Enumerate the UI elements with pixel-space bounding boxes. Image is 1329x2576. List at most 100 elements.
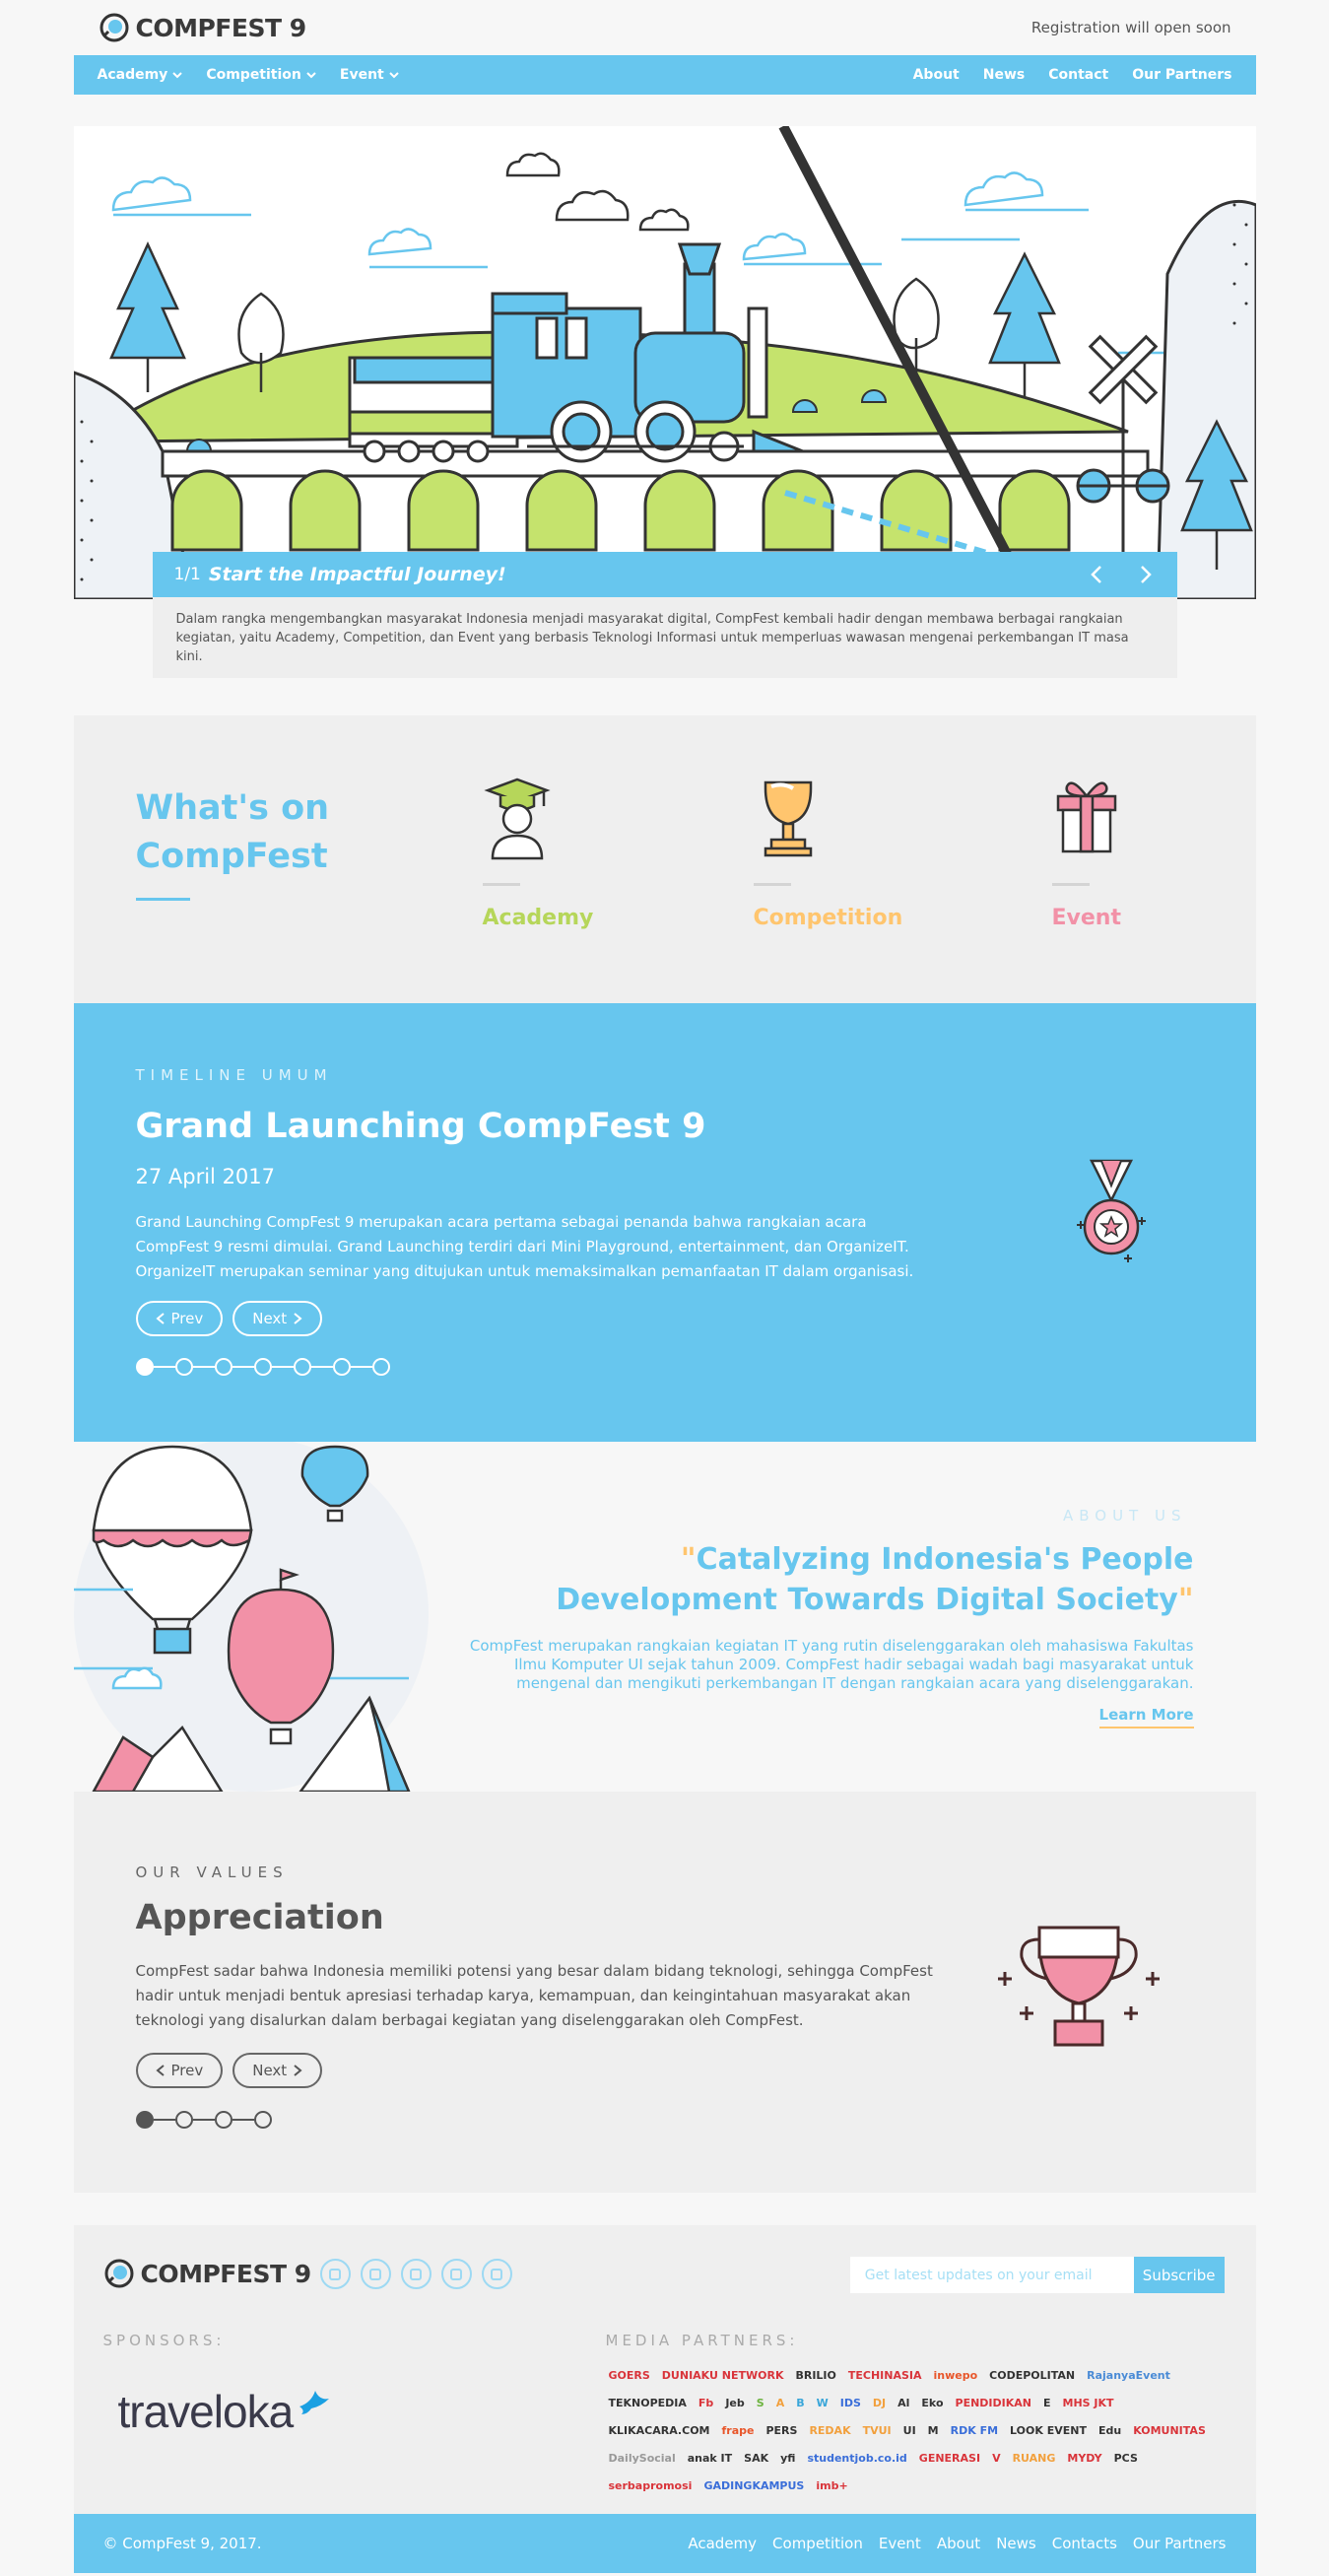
media-partner-logo[interactable]: Fb xyxy=(696,2391,716,2414)
social-links xyxy=(319,2259,512,2289)
train-landscape-illustration xyxy=(73,126,1256,599)
media-partner-logo[interactable]: DUNIAKU NETWORK xyxy=(659,2363,787,2387)
step-dot[interactable] xyxy=(253,1358,272,1376)
next-button[interactable]: Next xyxy=(233,1301,323,1336)
media-partner-logo[interactable]: frape xyxy=(719,2418,758,2442)
media-partner-logo[interactable]: IDS xyxy=(837,2391,864,2414)
youtube-icon[interactable] xyxy=(481,2259,512,2289)
media-partner-logo[interactable]: A xyxy=(773,2391,788,2414)
footer-link-competition[interactable]: Competition xyxy=(772,2535,863,2552)
media-partner-logo[interactable]: KOMUNITAS xyxy=(1130,2418,1209,2442)
nav-our-partners[interactable]: Our Partners xyxy=(1132,67,1231,83)
step-connector xyxy=(232,1366,254,1368)
step-dot[interactable] xyxy=(293,1358,311,1376)
step-dot[interactable] xyxy=(135,2111,154,2129)
timeline-date: 27 April 2017 xyxy=(135,1165,276,1188)
nav-academy[interactable]: Academy xyxy=(98,67,183,83)
step-dot[interactable] xyxy=(214,2111,233,2129)
instagram-icon[interactable] xyxy=(360,2259,391,2289)
nav-news[interactable]: News xyxy=(983,67,1025,83)
next-button[interactable]: Next xyxy=(233,2053,323,2088)
timeline-step-indicator xyxy=(135,1358,390,1376)
media-partner-logo[interactable]: RajanyaEvent xyxy=(1084,2363,1173,2387)
media-partner-logo[interactable]: LOOK EVENT xyxy=(1007,2418,1090,2442)
step-dot[interactable] xyxy=(371,1358,390,1376)
category-competition-label: Competition xyxy=(753,906,903,930)
media-partner-logo[interactable]: DailySocial xyxy=(606,2446,679,2470)
step-dot[interactable] xyxy=(214,1358,233,1376)
line-icon[interactable] xyxy=(440,2259,472,2289)
learn-more-link[interactable]: Learn More xyxy=(1098,1706,1194,1729)
media-partner-logo[interactable]: Eko xyxy=(918,2391,946,2414)
media-partner-logo[interactable]: MYDY xyxy=(1064,2446,1104,2470)
step-dot[interactable] xyxy=(174,2111,193,2129)
media-partner-logo[interactable]: DJ xyxy=(870,2391,889,2414)
media-partner-logo[interactable]: serbapromosi xyxy=(606,2474,696,2497)
media-partner-logo[interactable]: anak IT xyxy=(685,2446,735,2470)
category-competition[interactable]: Competition xyxy=(753,775,903,930)
footer-link-our-partners[interactable]: Our Partners xyxy=(1133,2535,1227,2552)
media-partner-logo[interactable]: TECHINASIA xyxy=(845,2363,925,2387)
media-partner-logo[interactable]: GADINGKAMPUS xyxy=(700,2474,807,2497)
media-partner-logo[interactable]: RDK FM xyxy=(948,2418,1001,2442)
facebook-icon[interactable] xyxy=(319,2259,351,2289)
media-partner-logo[interactable]: REDAK xyxy=(806,2418,853,2442)
media-partner-logo[interactable]: Jeb xyxy=(722,2391,747,2414)
nav-about[interactable]: About xyxy=(913,67,960,83)
media-partner-logo[interactable]: PERS xyxy=(763,2418,800,2442)
nav-contact[interactable]: Contact xyxy=(1048,67,1108,83)
media-partner-logo[interactable]: S xyxy=(754,2391,767,2414)
sponsor-traveloka[interactable]: traveloka xyxy=(118,2385,332,2438)
step-connector xyxy=(271,1366,294,1368)
media-partner-logo[interactable]: RUANG xyxy=(1010,2446,1059,2470)
footer-link-about[interactable]: About xyxy=(937,2535,980,2552)
media-partner-logo[interactable]: Al xyxy=(895,2391,912,2414)
media-partner-logo[interactable]: MHS JKT xyxy=(1060,2391,1117,2414)
footer-link-news[interactable]: News xyxy=(996,2535,1036,2552)
media-partner-logo[interactable]: UI xyxy=(900,2418,919,2442)
media-partner-logo[interactable]: V xyxy=(989,2446,1004,2470)
nav-event[interactable]: Event xyxy=(340,67,399,83)
media-partner-logo[interactable]: GOERS xyxy=(606,2363,653,2387)
media-partner-logo[interactable]: SAK xyxy=(741,2446,771,2470)
media-partner-logo[interactable]: GENERASI xyxy=(916,2446,983,2470)
media-partner-logo[interactable]: BRILIO xyxy=(792,2363,838,2387)
media-partner-logo[interactable]: KLIKACARA.COM xyxy=(606,2418,713,2442)
prev-button[interactable]: Prev xyxy=(135,2053,224,2088)
nav-competition[interactable]: Competition xyxy=(206,67,316,83)
chevron-right-icon xyxy=(294,1313,302,1324)
media-partner-logo[interactable]: yfi xyxy=(777,2446,798,2470)
media-partner-logo[interactable]: W xyxy=(814,2391,831,2414)
chevron-right-icon xyxy=(294,2065,302,2076)
media-partner-logo[interactable]: Edu xyxy=(1096,2418,1124,2442)
media-partner-logo[interactable]: CODEPOLITAN xyxy=(986,2363,1078,2387)
gift-icon xyxy=(1052,775,1190,863)
step-dot[interactable] xyxy=(174,1358,193,1376)
step-dot[interactable] xyxy=(253,2111,272,2129)
media-partner-logo[interactable]: TEKNOPEDIA xyxy=(606,2391,690,2414)
media-partner-logo[interactable]: TVUI xyxy=(860,2418,895,2442)
media-partner-logo[interactable]: PENDIDIKAN xyxy=(953,2391,1034,2414)
media-partner-logo[interactable]: B xyxy=(793,2391,807,2414)
email-subscribe-input[interactable] xyxy=(849,2257,1134,2293)
step-dot[interactable] xyxy=(332,1358,351,1376)
prev-button[interactable]: Prev xyxy=(135,1301,224,1336)
subscribe-button[interactable]: Subscribe xyxy=(1133,2257,1225,2293)
media-partner-logo[interactable]: inwepo xyxy=(931,2363,981,2387)
chevron-left-icon[interactable] xyxy=(1087,564,1108,585)
footer-logo[interactable]: COMPFEST 9 xyxy=(103,2258,311,2289)
media-partner-logo[interactable]: E xyxy=(1040,2391,1054,2414)
category-academy[interactable]: Academy xyxy=(482,775,621,930)
compfest-logo[interactable]: COMPFEST 9 xyxy=(99,12,306,43)
media-partner-logo[interactable]: studentjob.co.id xyxy=(804,2446,909,2470)
media-partner-logo[interactable]: imb+ xyxy=(813,2474,850,2497)
step-dot[interactable] xyxy=(135,1358,154,1376)
footer-link-academy[interactable]: Academy xyxy=(688,2535,757,2552)
footer-link-contacts[interactable]: Contacts xyxy=(1052,2535,1117,2552)
twitter-icon[interactable] xyxy=(400,2259,432,2289)
chevron-right-icon[interactable] xyxy=(1134,564,1156,585)
media-partner-logo[interactable]: PCS xyxy=(1111,2446,1141,2470)
footer-link-event[interactable]: Event xyxy=(879,2535,921,2552)
media-partner-logo[interactable]: M xyxy=(925,2418,942,2442)
category-event[interactable]: Event xyxy=(1051,775,1190,930)
